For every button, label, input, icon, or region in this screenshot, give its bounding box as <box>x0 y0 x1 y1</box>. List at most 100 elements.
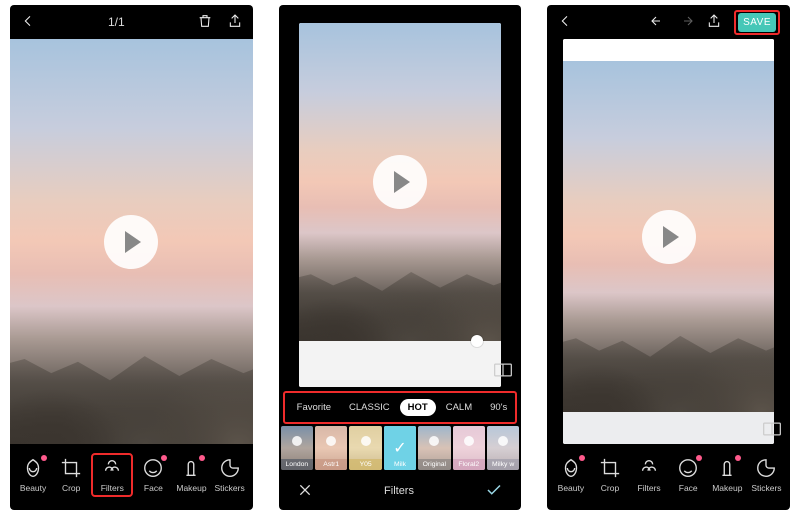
canvas <box>563 39 774 444</box>
filter-thumb-london[interactable]: London <box>281 426 313 470</box>
topbar: 1/1 <box>10 5 253 39</box>
intensity-slider-area[interactable] <box>299 341 502 387</box>
screen-1-editor: 1/1 Beauty Crop Filters Face Makeup Stickers <box>10 5 253 510</box>
filter-category-classic[interactable]: CLASSIC <box>341 399 398 416</box>
tool-label: Filters <box>638 483 661 493</box>
tool-label: Filters <box>101 483 124 493</box>
stickers-icon <box>755 457 777 479</box>
tool-label: Stickers <box>751 483 781 493</box>
video-preview[interactable] <box>563 61 774 412</box>
bottom-toolbar: Beauty Crop Filters Face Makeup Stickers <box>547 444 790 510</box>
stickers-icon <box>219 457 241 479</box>
tool-label: Crop <box>62 483 80 493</box>
spacer <box>279 5 522 23</box>
tool-label: Beauty <box>558 483 584 493</box>
share-icon[interactable] <box>706 13 722 32</box>
compare-icon[interactable] <box>493 361 513 379</box>
delete-icon[interactable] <box>197 13 213 32</box>
face-icon <box>142 457 164 479</box>
confirm-icon[interactable] <box>485 481 503 502</box>
tool-makeup[interactable]: Makeup <box>709 457 745 493</box>
back-icon[interactable] <box>20 13 36 32</box>
tool-stickers[interactable]: Stickers <box>748 457 784 493</box>
new-badge-icon <box>161 455 167 461</box>
filter-thumb-milkyw[interactable]: Milky w <box>487 426 519 470</box>
thumb-label: Original <box>418 459 450 470</box>
tool-stickers[interactable]: Stickers <box>212 457 248 493</box>
thumb-sun-icon <box>292 436 302 446</box>
play-icon[interactable] <box>642 210 696 264</box>
tool-filters[interactable]: Filters <box>631 457 667 493</box>
editor-title: Filters <box>384 485 414 497</box>
back-icon[interactable] <box>557 13 573 32</box>
crop-icon <box>60 457 82 479</box>
tool-label: Crop <box>601 483 619 493</box>
tool-filters-highlight: Filters <box>91 453 133 497</box>
tool-makeup[interactable]: Makeup <box>173 457 209 493</box>
video-preview[interactable] <box>299 23 502 341</box>
filters-icon <box>101 457 123 479</box>
tool-label: Makeup <box>176 483 206 493</box>
makeup-icon <box>716 457 738 479</box>
tool-label: Stickers <box>214 483 244 493</box>
tool-label: Face <box>679 483 698 493</box>
tool-beauty[interactable]: Beauty <box>15 457 51 493</box>
new-badge-icon <box>696 455 702 461</box>
screen-3-save: SAVE Beauty Crop Filters Face Makeup Stickers <box>547 5 790 510</box>
share-icon[interactable] <box>227 13 243 32</box>
editor-footer: Filters <box>279 472 522 510</box>
tool-filters[interactable]: Filters <box>94 457 130 493</box>
video-preview[interactable] <box>10 39 253 444</box>
filter-category-hot[interactable]: HOT <box>400 399 436 416</box>
canvas <box>299 23 502 387</box>
new-badge-icon <box>735 455 741 461</box>
slider-knob[interactable] <box>471 335 483 347</box>
tool-beauty[interactable]: Beauty <box>553 457 589 493</box>
filter-thumb-y05[interactable]: Y05 <box>349 426 381 470</box>
play-icon[interactable] <box>104 215 158 269</box>
new-badge-icon <box>199 455 205 461</box>
play-icon[interactable] <box>373 155 427 209</box>
filter-thumbnails: LondonAstr1Y05✓MilkOriginalFloral2Milky … <box>279 426 522 472</box>
screen-2-filters: FavoriteCLASSICHOTCALM90'sDREAMY LondonA… <box>279 5 522 510</box>
new-badge-icon <box>41 455 47 461</box>
close-icon[interactable] <box>297 482 313 501</box>
topbar: SAVE <box>547 5 790 39</box>
thumb-label: Milk <box>384 459 416 470</box>
tool-crop[interactable]: Crop <box>592 457 628 493</box>
filter-category-calm[interactable]: CALM <box>438 399 480 416</box>
save-button[interactable]: SAVE <box>738 13 776 32</box>
crop-icon <box>599 457 621 479</box>
beauty-icon <box>22 457 44 479</box>
thumb-label: Milky w <box>487 459 519 470</box>
undo-icon[interactable] <box>650 14 666 31</box>
filter-category-90s[interactable]: 90's <box>482 399 515 416</box>
filter-category-row: FavoriteCLASSICHOTCALM90'sDREAMY <box>283 391 518 424</box>
canvas-frame <box>547 39 790 444</box>
filter-category-dreamy[interactable]: DREAMY <box>517 399 521 416</box>
thumb-label: Astr1 <box>315 459 347 470</box>
filter-thumb-milk[interactable]: ✓Milk <box>384 426 416 470</box>
tool-crop[interactable]: Crop <box>53 457 89 493</box>
filter-category-favorite[interactable]: Favorite <box>289 399 339 416</box>
new-badge-icon <box>579 455 585 461</box>
filters-icon <box>638 457 660 479</box>
tool-face[interactable]: Face <box>670 457 706 493</box>
filter-thumb-floral2[interactable]: Floral2 <box>453 426 485 470</box>
page-counter: 1/1 <box>108 15 125 29</box>
compare-icon[interactable] <box>762 420 782 438</box>
thumb-label: Y05 <box>349 459 381 470</box>
thumb-sun-icon <box>361 436 371 446</box>
save-button-highlight: SAVE <box>734 10 780 35</box>
canvas-frame <box>279 23 522 387</box>
filter-thumb-astr1[interactable]: Astr1 <box>315 426 347 470</box>
filter-thumb-original[interactable]: Original <box>418 426 450 470</box>
thumb-sun-icon <box>326 436 336 446</box>
beauty-icon <box>560 457 582 479</box>
tool-face[interactable]: Face <box>135 457 171 493</box>
redo-icon[interactable] <box>678 14 694 31</box>
face-icon <box>677 457 699 479</box>
thumb-sun-icon <box>464 436 474 446</box>
thumb-label: London <box>281 459 313 470</box>
thumb-sun-icon <box>498 436 508 446</box>
